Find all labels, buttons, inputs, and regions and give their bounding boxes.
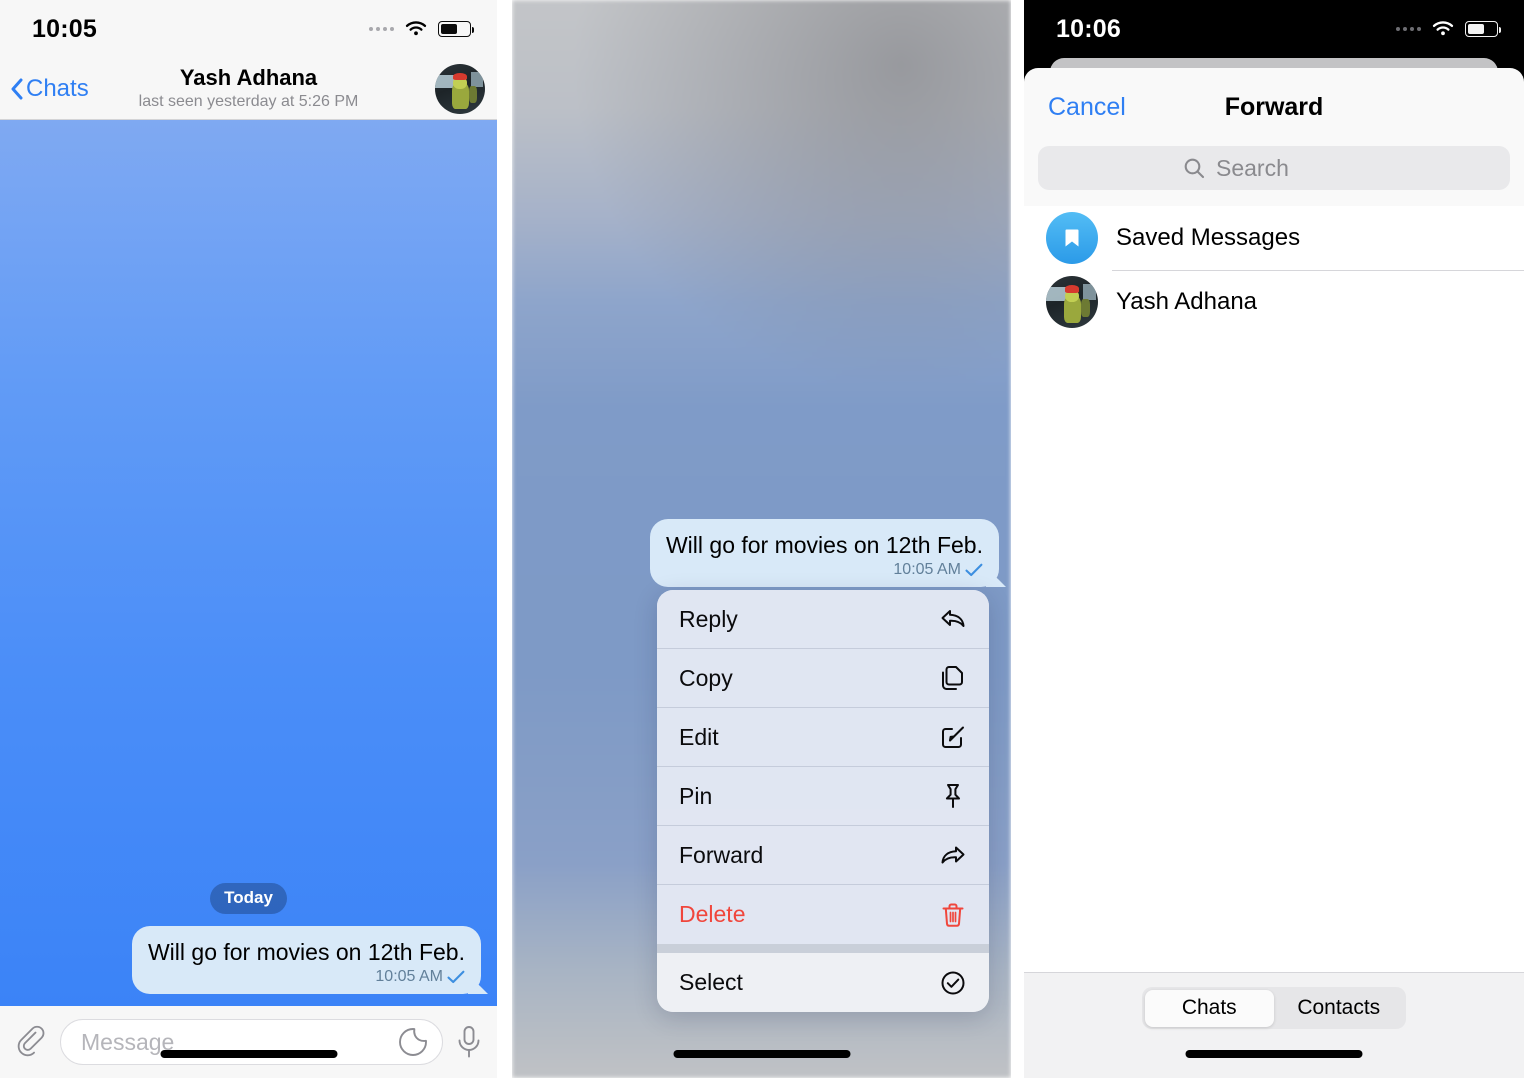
day-divider: Today [210, 882, 287, 914]
chat-subtitle: last seen yesterday at 5:26 PM [138, 92, 359, 110]
user-photo [435, 63, 485, 114]
avatar [1046, 212, 1098, 264]
edit-pencil-icon [942, 726, 964, 748]
sheet-tabbar: Chats Contacts [1024, 972, 1524, 1078]
context-menu-item-delete[interactable]: Delete [657, 885, 989, 944]
check-circle-icon [941, 971, 965, 994]
microphone-icon[interactable] [455, 1025, 483, 1059]
single-check-icon [965, 563, 983, 577]
chat-navbar: Chats Yash Adhana last seen yesterday at… [0, 58, 497, 120]
paperclip-icon[interactable] [14, 1025, 48, 1059]
message-composer [0, 1006, 497, 1078]
back-label: Chats [26, 74, 89, 102]
context-menu-label: Forward [679, 841, 764, 868]
back-to-chats-button[interactable]: Chats [0, 75, 89, 103]
context-menu-item-edit[interactable]: Edit [657, 708, 989, 767]
message-text: Will go for movies on 12th Feb. [147, 938, 465, 965]
focused-message-bubble[interactable]: Will go for movies on 12th Feb. 10:05 AM [649, 519, 999, 588]
context-menu-item-copy[interactable]: Copy [657, 649, 989, 708]
message-time: 10:05 AM [893, 561, 961, 579]
user-photo [1046, 276, 1098, 328]
pushpin-icon [945, 784, 960, 808]
message-list[interactable]: Today Will go for movies on 12th Feb. 10… [0, 120, 497, 1006]
message-input-wrapper[interactable] [60, 1019, 443, 1065]
search-icon [1184, 158, 1205, 179]
three-panel-screenshot: 10:05 Chats Yash Adhana last seen yester… [0, 0, 1524, 1078]
context-menu-label: Select [679, 969, 743, 995]
chat-title: Yash Adhana [179, 65, 318, 91]
sticker-icon[interactable] [398, 1027, 428, 1057]
chevron-left-icon [11, 78, 23, 99]
reply-arrow-icon [941, 610, 965, 627]
list-item-label: Yash Adhana [1116, 288, 1258, 315]
segmented-control[interactable]: Chats Contacts [1142, 987, 1406, 1029]
context-menu-separator [657, 944, 989, 953]
panel-divider-1 [497, 0, 512, 1078]
focused-message-row: Will go for movies on 12th Feb. 10:05 AM [512, 519, 1011, 588]
panel-divider-2 [1011, 0, 1024, 1078]
single-check-icon [447, 970, 465, 984]
context-menu-item-pin[interactable]: Pin [657, 767, 989, 826]
message-row: Will go for movies on 12th Feb. 10:05 AM [0, 925, 497, 994]
message-text: Will go for movies on 12th Feb. [665, 532, 983, 558]
message-time: 10:05 AM [375, 968, 443, 985]
panel-chat: 10:05 Chats Yash Adhana last seen yester… [0, 0, 497, 1078]
forward-arrow-icon [941, 846, 965, 864]
trash-icon [942, 903, 964, 927]
wifi-icon [405, 21, 427, 36]
home-indicator [160, 1050, 337, 1058]
battery-icon [438, 21, 474, 37]
context-menu-item-reply[interactable]: Reply [657, 590, 989, 649]
list-item[interactable]: Yash Adhana [1024, 270, 1524, 334]
context-menu-label: Pin [679, 782, 713, 809]
outgoing-message-bubble[interactable]: Will go for movies on 12th Feb. 10:05 AM [131, 925, 481, 994]
context-menu-label: Edit [679, 723, 719, 750]
list-item[interactable]: Saved Messages [1024, 206, 1524, 270]
list-item-label: Saved Messages [1116, 224, 1301, 251]
context-menu-item-select[interactable]: Select [657, 953, 989, 1012]
wifi-icon [1432, 21, 1454, 36]
status-time: 10:05 [32, 14, 97, 43]
context-menu-label: Delete [679, 901, 746, 927]
context-menu-group-secondary: Select [657, 953, 989, 1012]
tab-chats[interactable]: Chats [1144, 989, 1274, 1027]
home-indicator [673, 1050, 850, 1058]
panel-forward-sheet: 10:06 Cancel Forward Search Saved Messag… [1024, 0, 1524, 1078]
status-bar: 10:05 [0, 0, 497, 58]
status-icons [369, 20, 474, 38]
panel-context-menu: Will go for movies on 12th Feb. 10:05 AM… [512, 0, 1011, 1078]
search-input[interactable] [1216, 154, 1366, 182]
cancel-button[interactable]: Cancel [1048, 93, 1126, 122]
message-meta: 10:05 AM [666, 561, 983, 579]
status-bar: 10:06 [1024, 0, 1524, 58]
tab-contacts[interactable]: Contacts [1274, 990, 1404, 1027]
forward-target-list: Saved Messages Yash Adhana [1024, 206, 1524, 1078]
copy-pages-icon [942, 666, 963, 690]
status-icons [1396, 20, 1501, 38]
message-context-menu[interactable]: Reply Copy Edit Pin Forward Delete Selec… [657, 590, 989, 1012]
context-menu-label: Copy [679, 664, 733, 691]
signal-dots-icon [1396, 27, 1421, 31]
search-wrapper [1024, 146, 1524, 206]
forward-sheet: Cancel Forward Search Saved Messages Yas… [1024, 68, 1524, 1078]
context-menu-label: Reply [679, 605, 738, 632]
bookmark-icon [1065, 229, 1079, 247]
home-indicator [1185, 1050, 1363, 1058]
message-meta: 10:05 AM [148, 968, 465, 986]
sheet-navbar: Cancel Forward [1024, 68, 1524, 146]
signal-dots-icon [369, 27, 394, 31]
context-menu-group-primary: Reply Copy Edit Pin Forward Delete [657, 590, 989, 944]
search-bar[interactable] [1038, 146, 1510, 190]
saved-messages-avatar [1046, 212, 1098, 264]
context-menu-item-forward[interactable]: Forward [657, 826, 989, 885]
avatar [1046, 276, 1098, 328]
status-time: 10:06 [1056, 14, 1121, 43]
battery-icon [1465, 21, 1501, 37]
avatar[interactable] [435, 63, 485, 114]
